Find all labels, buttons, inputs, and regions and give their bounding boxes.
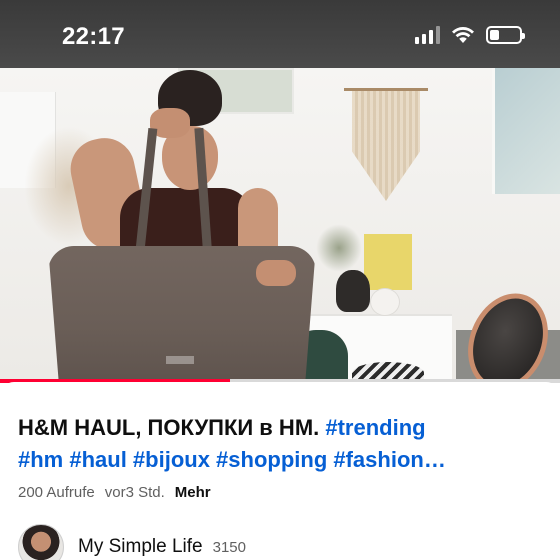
- vase: [370, 288, 400, 316]
- more-button[interactable]: Mehr: [175, 484, 211, 501]
- view-count: 200 Aufrufe: [18, 484, 95, 501]
- bag-logo: [166, 356, 194, 364]
- status-icons: [415, 26, 525, 44]
- wall-picture: [492, 68, 560, 194]
- video-title[interactable]: H&M HAUL, ПОКУПКИ в НМ. #trending #hm #h…: [18, 412, 546, 476]
- plant: [316, 224, 362, 272]
- channel-name[interactable]: My Simple Life: [78, 536, 203, 558]
- hashtag-links[interactable]: #hm #haul #bijoux #shopping #fashion…: [18, 447, 446, 472]
- video-info: H&M HAUL, ПОКУПКИ в НМ. #trending #hm #h…: [0, 382, 560, 560]
- video-title-text: H&M HAUL, ПОКУПКИ в НМ.: [18, 415, 326, 440]
- video-player[interactable]: [0, 68, 560, 382]
- macrame-rod: [344, 88, 428, 91]
- wifi-icon: [452, 27, 474, 43]
- table-lamp: [364, 234, 412, 290]
- status-time: 22:17: [62, 23, 125, 50]
- battery-icon: [486, 26, 525, 44]
- avatar[interactable]: [18, 524, 64, 560]
- status-bar: 22:17: [0, 0, 560, 68]
- upload-age: vor3 Std.: [104, 484, 165, 501]
- subscriber-count: 3150: [212, 538, 246, 556]
- channel-row[interactable]: My Simple Life 3150: [18, 524, 246, 560]
- person-hand: [256, 260, 296, 286]
- hashtag-link[interactable]: #trending: [325, 415, 425, 440]
- vase: [336, 270, 370, 312]
- signal-icon: [415, 26, 440, 44]
- video-meta: 200 Aufrufe vor3 Std. Mehr: [18, 484, 211, 501]
